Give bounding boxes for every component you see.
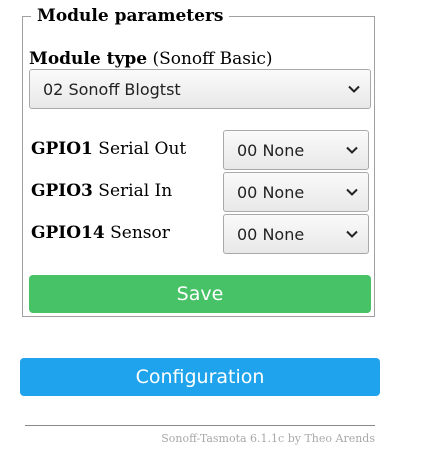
gpio3-label: GPIO3 Serial In <box>31 181 172 201</box>
gpio14-select[interactable]: 00 None <box>223 214 369 254</box>
module-type-default: (Sonoff Basic) <box>152 49 273 69</box>
gpio1-function: Serial Out <box>98 139 187 159</box>
configuration-button[interactable]: Configuration <box>20 358 380 396</box>
chevron-down-icon <box>348 85 360 93</box>
gpio3-function: Serial In <box>98 181 173 201</box>
module-type-select[interactable]: 02 Sonoff Blogtst <box>29 69 371 109</box>
gpio1-label: GPIO1 Serial Out <box>31 139 186 159</box>
gpio14-function: Sensor <box>110 223 170 243</box>
module-type-selected-value: 02 Sonoff Blogtst <box>43 79 181 99</box>
chevron-down-icon <box>346 230 358 238</box>
gpio14-label: GPIO14 Sensor <box>31 223 170 243</box>
chevron-down-icon <box>346 146 358 154</box>
gpio1-name: GPIO1 <box>31 139 93 159</box>
gpio14-name: GPIO14 <box>31 223 105 243</box>
chevron-down-icon <box>346 188 358 196</box>
module-parameters-legend: Module parameters <box>37 6 224 26</box>
gpio1-select[interactable]: 00 None <box>223 130 369 170</box>
gpio14-selected-value: 00 None <box>237 224 305 244</box>
module-type-title: Module type <box>29 49 148 69</box>
gpio3-name: GPIO3 <box>31 181 93 201</box>
module-type-label: Module type (Sonoff Basic) <box>29 49 273 69</box>
page: Module parameters Module type (Sonoff Ba… <box>0 0 427 475</box>
footer-divider <box>25 425 375 426</box>
gpio1-selected-value: 00 None <box>237 140 305 160</box>
save-button[interactable]: Save <box>29 275 371 313</box>
gpio3-select[interactable]: 00 None <box>223 172 369 212</box>
gpio3-selected-value: 00 None <box>237 182 305 202</box>
footer-text: Sonoff-Tasmota 6.1.1c by Theo Arends <box>161 432 375 445</box>
